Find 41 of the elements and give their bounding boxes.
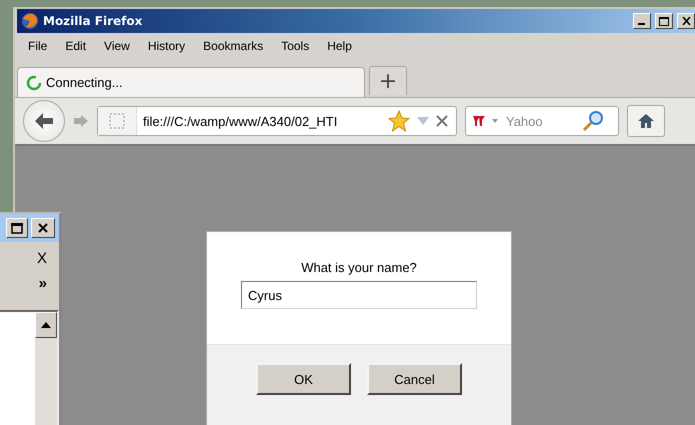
up-arrow-icon	[41, 322, 51, 328]
minimize-button[interactable]	[633, 13, 651, 29]
browser-tab[interactable]: Connecting...	[17, 67, 365, 97]
close-icon	[682, 17, 690, 25]
home-button[interactable]	[627, 105, 665, 137]
dialog-button[interactable]: Cancel	[367, 363, 462, 395]
fox-globe-icon	[21, 12, 39, 30]
close-button[interactable]	[31, 218, 55, 238]
name-input-field[interactable]: Cyrus	[241, 281, 477, 309]
overflow-chevron[interactable]: »	[38, 275, 59, 292]
new-tab-button[interactable]: +	[369, 66, 407, 95]
search-icon[interactable]	[582, 110, 604, 132]
menu-item[interactable]: Bookmarks	[194, 39, 272, 53]
address-bar[interactable]: file:///C:/wamp/www/A340/02_HTI	[97, 106, 457, 136]
menu-item[interactable]: Help	[318, 39, 361, 53]
loading-spinner-icon	[26, 74, 42, 90]
maximize-button[interactable]	[655, 13, 673, 29]
stop-icon[interactable]	[436, 115, 448, 127]
star-icon[interactable]	[388, 110, 410, 132]
back-arrow-icon	[34, 112, 54, 130]
maximize-button[interactable]	[6, 218, 28, 238]
close-text[interactable]: X	[36, 250, 59, 267]
menu-item[interactable]: View	[95, 39, 139, 53]
back-button[interactable]	[23, 100, 65, 142]
scroll-up-button[interactable]	[35, 312, 57, 338]
prompt-text: What is your name?	[301, 260, 417, 275]
close-button[interactable]	[677, 13, 695, 29]
menu-item[interactable]: History	[138, 39, 194, 53]
tab-title: Connecting...	[46, 75, 123, 90]
search-engine-icon	[472, 115, 500, 127]
menu-item[interactable]: File	[19, 39, 56, 53]
close-icon	[38, 223, 48, 233]
menu-item[interactable]: Edit	[56, 39, 96, 53]
dialog-button[interactable]: OK	[256, 363, 351, 395]
maximize-icon	[659, 16, 669, 26]
menu-item[interactable]: Tools	[272, 39, 318, 53]
window-title: Mozilla Firefox	[43, 14, 144, 28]
page-icon	[109, 113, 125, 129]
home-icon	[637, 113, 655, 129]
search-field[interactable]: Yahoo	[465, 106, 619, 136]
maximize-icon	[11, 222, 23, 234]
